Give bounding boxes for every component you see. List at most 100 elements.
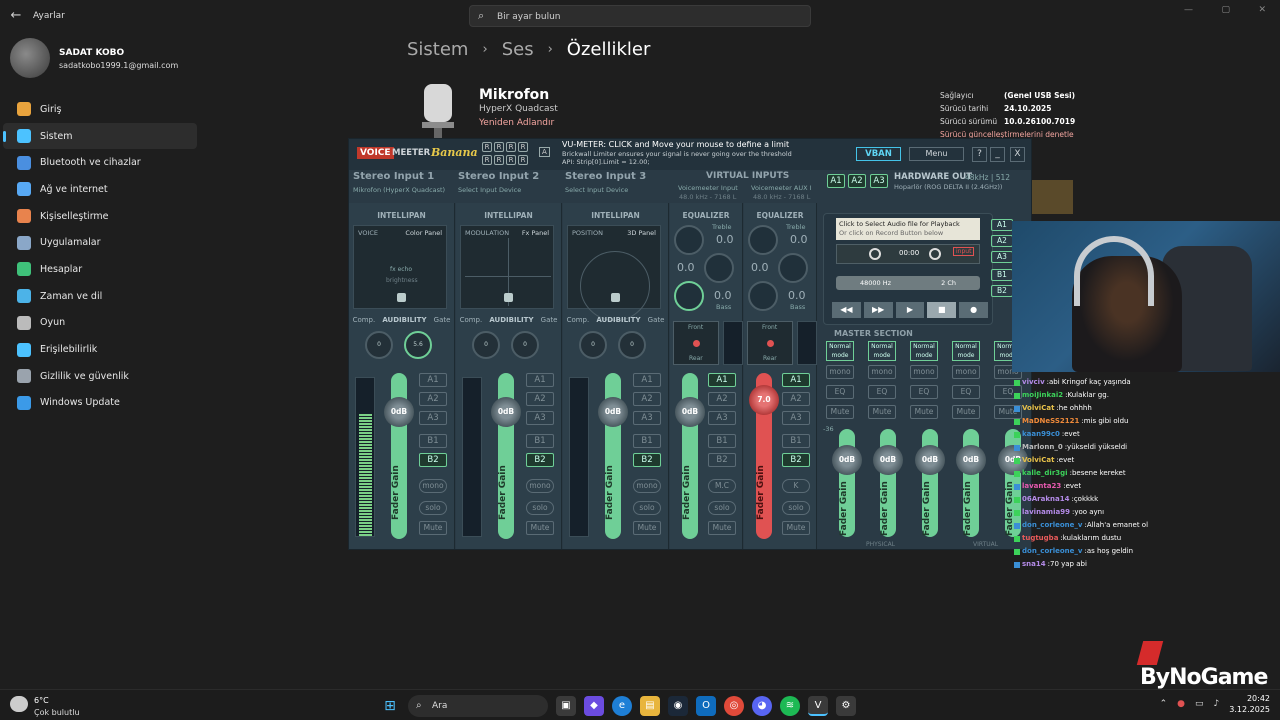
bus-a2-button[interactable]: A2 bbox=[419, 392, 447, 406]
chat-username[interactable]: moiJinkai2 bbox=[1022, 389, 1063, 402]
minimize-icon[interactable]: — bbox=[1184, 5, 1193, 19]
comp-knob[interactable]: 0 bbox=[365, 331, 393, 359]
strip-title-1[interactable]: Stereo Input 1 bbox=[353, 171, 434, 182]
fader-knob[interactable]: 0dB bbox=[675, 397, 705, 427]
mute-button[interactable]: Mute bbox=[419, 521, 447, 535]
surround-panel[interactable]: Front Rear bbox=[673, 321, 719, 365]
microphone-tray-icon[interactable]: ● bbox=[1177, 699, 1185, 709]
bus-a1-button[interactable]: A1 bbox=[782, 373, 810, 387]
mono-button[interactable]: mono bbox=[826, 365, 854, 379]
rename-link[interactable]: Yeniden Adlandır bbox=[479, 118, 554, 128]
chat-username[interactable]: tugtugba bbox=[1022, 532, 1058, 545]
copilot-icon[interactable]: ◆ bbox=[584, 696, 604, 716]
bus-a2-button[interactable]: A2 bbox=[526, 392, 554, 406]
sidebar-item-3[interactable]: Ağ ve internet bbox=[0, 176, 200, 203]
sidebar-item-6[interactable]: Hesaplar bbox=[0, 256, 200, 283]
chat-username[interactable]: don_corleone_v bbox=[1022, 519, 1082, 532]
bus-a3-button[interactable]: A3 bbox=[708, 411, 736, 425]
recorder-a1-button[interactable]: A1 bbox=[991, 219, 1013, 231]
hardware-out-device[interactable]: Hoparlör (ROG DELTA II (2.4GHz)) bbox=[894, 183, 1002, 191]
play-icon[interactable]: ▶ bbox=[895, 302, 925, 318]
help-button[interactable]: ? bbox=[972, 147, 987, 162]
stop-icon[interactable]: ■ bbox=[927, 302, 957, 318]
task-view-icon[interactable]: ▣ bbox=[556, 696, 576, 716]
normal-mode-button[interactable]: Normal mode bbox=[952, 341, 980, 361]
mute-button[interactable]: Mute bbox=[826, 405, 854, 419]
strip-device-1[interactable]: Mikrofon (HyperX Quadcast) bbox=[353, 186, 445, 194]
k-button[interactable]: K bbox=[782, 479, 810, 493]
file-explorer-icon[interactable]: ▤ bbox=[640, 696, 660, 716]
solo-button[interactable]: solo bbox=[419, 501, 447, 515]
solo-button[interactable]: solo bbox=[708, 501, 736, 515]
eq-button[interactable]: EQ bbox=[868, 385, 896, 399]
fader-knob[interactable]: 0dB bbox=[384, 397, 414, 427]
mute-button[interactable]: Mute bbox=[526, 521, 554, 535]
normal-mode-button[interactable]: Normal mode bbox=[826, 341, 854, 361]
mute-button[interactable]: Mute bbox=[868, 405, 896, 419]
sidebar-item-0[interactable]: Giriş bbox=[0, 96, 200, 123]
sidebar-item-8[interactable]: Oyun bbox=[0, 310, 200, 337]
back-arrow-icon[interactable]: ← bbox=[8, 8, 24, 24]
master-fader-knob[interactable]: 0dB bbox=[873, 445, 903, 475]
chat-username[interactable]: Marlonn_0 bbox=[1022, 441, 1063, 454]
recorder-b2-button[interactable]: B2 bbox=[991, 285, 1013, 297]
chevron-up-icon[interactable]: ⌃ bbox=[1160, 699, 1168, 709]
chat-username[interactable]: sna14 bbox=[1022, 558, 1046, 571]
pan-handle[interactable] bbox=[611, 293, 620, 302]
recorder-b1-button[interactable]: B1 bbox=[991, 269, 1013, 281]
breadcrumb-sistem[interactable]: Sistem bbox=[407, 39, 468, 60]
chat-username[interactable]: VolviCat bbox=[1022, 402, 1054, 415]
bus-a1-button[interactable]: A1 bbox=[708, 373, 736, 387]
chat-username[interactable]: 06Arakna14 bbox=[1022, 493, 1069, 506]
network-icon[interactable]: ▭ bbox=[1195, 699, 1204, 709]
sidebar-item-7[interactable]: Zaman ve dil bbox=[0, 283, 200, 310]
chrome-icon[interactable]: ◎ bbox=[724, 696, 744, 716]
hw-out-a1-button[interactable]: A1 bbox=[827, 174, 845, 188]
solo-button[interactable]: solo bbox=[526, 501, 554, 515]
chat-username[interactable]: don_corleone_v bbox=[1022, 545, 1082, 558]
sidebar-item-1[interactable]: Sistem bbox=[3, 122, 197, 150]
bus-b1-button[interactable]: B1 bbox=[782, 434, 810, 448]
eq-button[interactable]: EQ bbox=[826, 385, 854, 399]
bus-a2-button[interactable]: A2 bbox=[782, 392, 810, 406]
strip-device-2[interactable]: Select Input Device bbox=[458, 186, 521, 194]
mute-button[interactable]: Mute bbox=[910, 405, 938, 419]
playback-prompt[interactable]: Click to Select Audio file for Playback … bbox=[836, 218, 980, 240]
surround-panel[interactable]: Front Rear bbox=[747, 321, 793, 365]
bus-b2-button[interactable]: B2 bbox=[526, 453, 554, 467]
bus-a3-button[interactable]: A3 bbox=[782, 411, 810, 425]
intellipan-modulation[interactable]: MODULATION Fx Panel bbox=[460, 225, 554, 309]
eq-knob[interactable] bbox=[748, 225, 778, 255]
eq-knob[interactable] bbox=[674, 281, 704, 311]
bus-b1-button[interactable]: B1 bbox=[419, 434, 447, 448]
mono-button[interactable]: mono bbox=[633, 479, 661, 493]
sidebar-item-11[interactable]: Windows Update bbox=[0, 390, 200, 417]
master-fader-knob[interactable]: 0dB bbox=[915, 445, 945, 475]
bus-a1-button[interactable]: A1 bbox=[633, 373, 661, 387]
chat-username[interactable]: kaan99c0 bbox=[1022, 428, 1060, 441]
eq-knob[interactable] bbox=[674, 225, 704, 255]
solo-button[interactable]: solo bbox=[782, 501, 810, 515]
master-fader-knob[interactable]: 0dB bbox=[832, 445, 862, 475]
chat-username[interactable]: VolviCat bbox=[1022, 454, 1054, 467]
settings-search-input[interactable]: ⌕ Bir ayar bulun bbox=[469, 5, 811, 27]
bus-b1-button[interactable]: B1 bbox=[708, 434, 736, 448]
sidebar-item-10[interactable]: Gizlilik ve güvenlik bbox=[0, 363, 200, 390]
bus-a3-button[interactable]: A3 bbox=[419, 411, 447, 425]
recorder-a3-button[interactable]: A3 bbox=[991, 251, 1013, 263]
strip-title-3[interactable]: Stereo Input 3 bbox=[565, 171, 646, 182]
discord-icon[interactable]: ◕ bbox=[752, 696, 772, 716]
chat-username[interactable]: vivciv bbox=[1022, 376, 1045, 389]
level-meter[interactable] bbox=[462, 377, 482, 537]
settings-gear-icon[interactable]: ⚙ bbox=[836, 696, 856, 716]
menu-button[interactable]: Menu bbox=[909, 147, 964, 161]
voicemeeter-icon[interactable]: V bbox=[808, 696, 828, 716]
level-meter[interactable] bbox=[355, 377, 375, 537]
steam-icon[interactable]: ◉ bbox=[668, 696, 688, 716]
record-icon[interactable]: ● bbox=[959, 302, 988, 318]
eq-knob[interactable] bbox=[778, 253, 808, 283]
eq-button[interactable]: EQ bbox=[952, 385, 980, 399]
sidebar-item-9[interactable]: Erişilebilirlik bbox=[0, 336, 200, 363]
bus-b2-button[interactable]: B2 bbox=[782, 453, 810, 467]
recorder-a2-button[interactable]: A2 bbox=[991, 235, 1013, 247]
